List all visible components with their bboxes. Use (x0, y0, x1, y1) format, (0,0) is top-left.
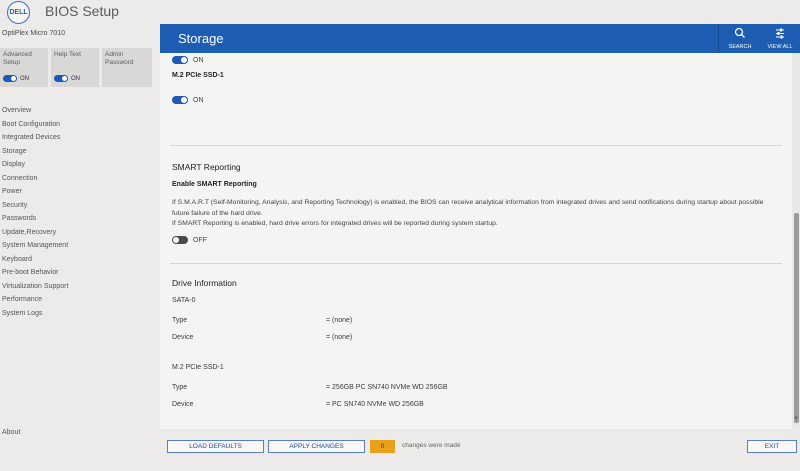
toggle-switch-icon (172, 56, 188, 64)
sidebar-item-system-logs[interactable]: System Logs (2, 307, 68, 321)
sidebar-item-passwords[interactable]: Passwords (2, 212, 68, 226)
sidebar: OptiPlex Micro 7010 Advanced Setup ON He… (0, 24, 160, 471)
tile-label: Help Text (54, 51, 81, 58)
m2-device-value: = PC SN740 NVMe WD 256GB (326, 401, 424, 408)
scroll-down-arrow-icon[interactable]: ▼ (792, 415, 800, 423)
sliders-icon (776, 28, 784, 39)
sidebar-item-security[interactable]: Security (2, 199, 68, 213)
sidebar-item-performance[interactable]: Performance (2, 293, 68, 307)
content-scrollbar[interactable]: ▼ (792, 53, 800, 429)
load-defaults-button[interactable]: LOAD DEFAULTS (167, 440, 264, 453)
m2-type-label: Type (172, 384, 188, 391)
m2-ssd-toggle[interactable]: ON (172, 96, 204, 104)
exit-button[interactable]: EXIT (747, 440, 797, 453)
sidebar-item-storage[interactable]: Storage (2, 145, 68, 159)
m2-ssd-label: M.2 PCIe SSD-1 (172, 72, 224, 79)
section-divider (170, 263, 782, 264)
smart-description: If S.M.A.R.T (Self-Monitoring, Analysis,… (172, 199, 764, 227)
sata-type-label: Type (172, 317, 188, 324)
dell-logo: DELL (7, 1, 30, 24)
help-text-toggle[interactable]: ON (54, 74, 80, 83)
advanced-setup-toggle[interactable]: ON (3, 74, 29, 83)
sidebar-item-overview[interactable]: Overview (2, 104, 68, 118)
toggle-switch-icon (172, 96, 188, 104)
model-name: OptiPlex Micro 7010 (2, 30, 66, 37)
main-panel: Storage SEARCH VIEW ALL ON M.2 PCIe SSD-… (160, 24, 800, 429)
m2-drive-name: M.2 PCIe SSD-1 (172, 364, 224, 371)
page-title: Storage (178, 31, 224, 46)
tile-label: Admin (105, 51, 124, 58)
sidebar-item-power[interactable]: Power (2, 185, 68, 199)
enable-smart-label: Enable SMART Reporting (172, 181, 257, 188)
section-divider (170, 145, 782, 146)
changes-count-badge: 0 (370, 440, 395, 453)
drive-information-title: Drive Information (172, 278, 237, 288)
m2-device-label: Device (172, 401, 194, 408)
previous-setting-toggle[interactable]: ON (172, 56, 204, 64)
tile-label: Password (105, 59, 134, 66)
search-label: SEARCH (728, 44, 752, 50)
sidebar-item-connection[interactable]: Connection (2, 172, 68, 186)
smart-reporting-title: SMART Reporting (172, 162, 241, 172)
tile-label: Setup (3, 59, 20, 66)
sidebar-item-keyboard[interactable]: Keyboard (2, 253, 68, 267)
sidebar-item-virtualization-support[interactable]: Virtualization Support (2, 280, 68, 294)
sata-type-value: = (none) (326, 317, 353, 324)
sidebar-item-system-management[interactable]: System Management (2, 239, 68, 253)
changes-status-text: changes were made (402, 442, 461, 449)
sidebar-item-about[interactable]: About (2, 429, 20, 436)
search-button[interactable]: SEARCH (720, 24, 760, 53)
search-icon (734, 27, 745, 38)
sata-device-value: = (none) (326, 334, 353, 341)
sidebar-item-integrated-devices[interactable]: Integrated Devices (2, 131, 68, 145)
header-divider (718, 24, 719, 53)
toggle-switch-icon (3, 74, 17, 82)
sidebar-item-pre-boot-behavior[interactable]: Pre-boot Behavior (2, 266, 68, 280)
tile-label: Advanced (3, 51, 32, 58)
scrollbar-thumb[interactable] (794, 213, 799, 423)
bottom-bar: LOAD DEFAULTS APPLY CHANGES 0 changes we… (160, 429, 800, 471)
m2-type-value: = 256GB PC SN740 NVMe WD 256GB (326, 384, 448, 391)
top-bar: DELL BIOS Setup (0, 0, 800, 24)
sidebar-nav: Overview Boot Configuration Integrated D… (2, 104, 68, 320)
sidebar-item-update-recovery[interactable]: Update,Recovery (2, 226, 68, 240)
sata-0-name: SATA-0 (172, 297, 196, 304)
smart-reporting-toggle[interactable]: OFF (172, 236, 207, 244)
view-all-label: VIEW ALL (767, 44, 793, 50)
help-text-tile[interactable]: Help Text ON (51, 48, 99, 87)
sidebar-item-display[interactable]: Display (2, 158, 68, 172)
app-title: BIOS Setup (45, 3, 119, 19)
view-all-button[interactable]: VIEW ALL (760, 24, 800, 53)
sata-device-label: Device (172, 334, 194, 341)
advanced-setup-tile[interactable]: Advanced Setup ON (0, 48, 48, 87)
apply-changes-button[interactable]: APPLY CHANGES (268, 440, 365, 453)
toggle-switch-icon (54, 74, 68, 82)
sidebar-item-boot-configuration[interactable]: Boot Configuration (2, 118, 68, 132)
page-header: Storage SEARCH VIEW ALL (160, 24, 800, 53)
toggle-switch-icon (172, 236, 188, 244)
sata-type-row: Type (172, 317, 187, 324)
admin-password-tile[interactable]: Admin Password (102, 48, 152, 87)
